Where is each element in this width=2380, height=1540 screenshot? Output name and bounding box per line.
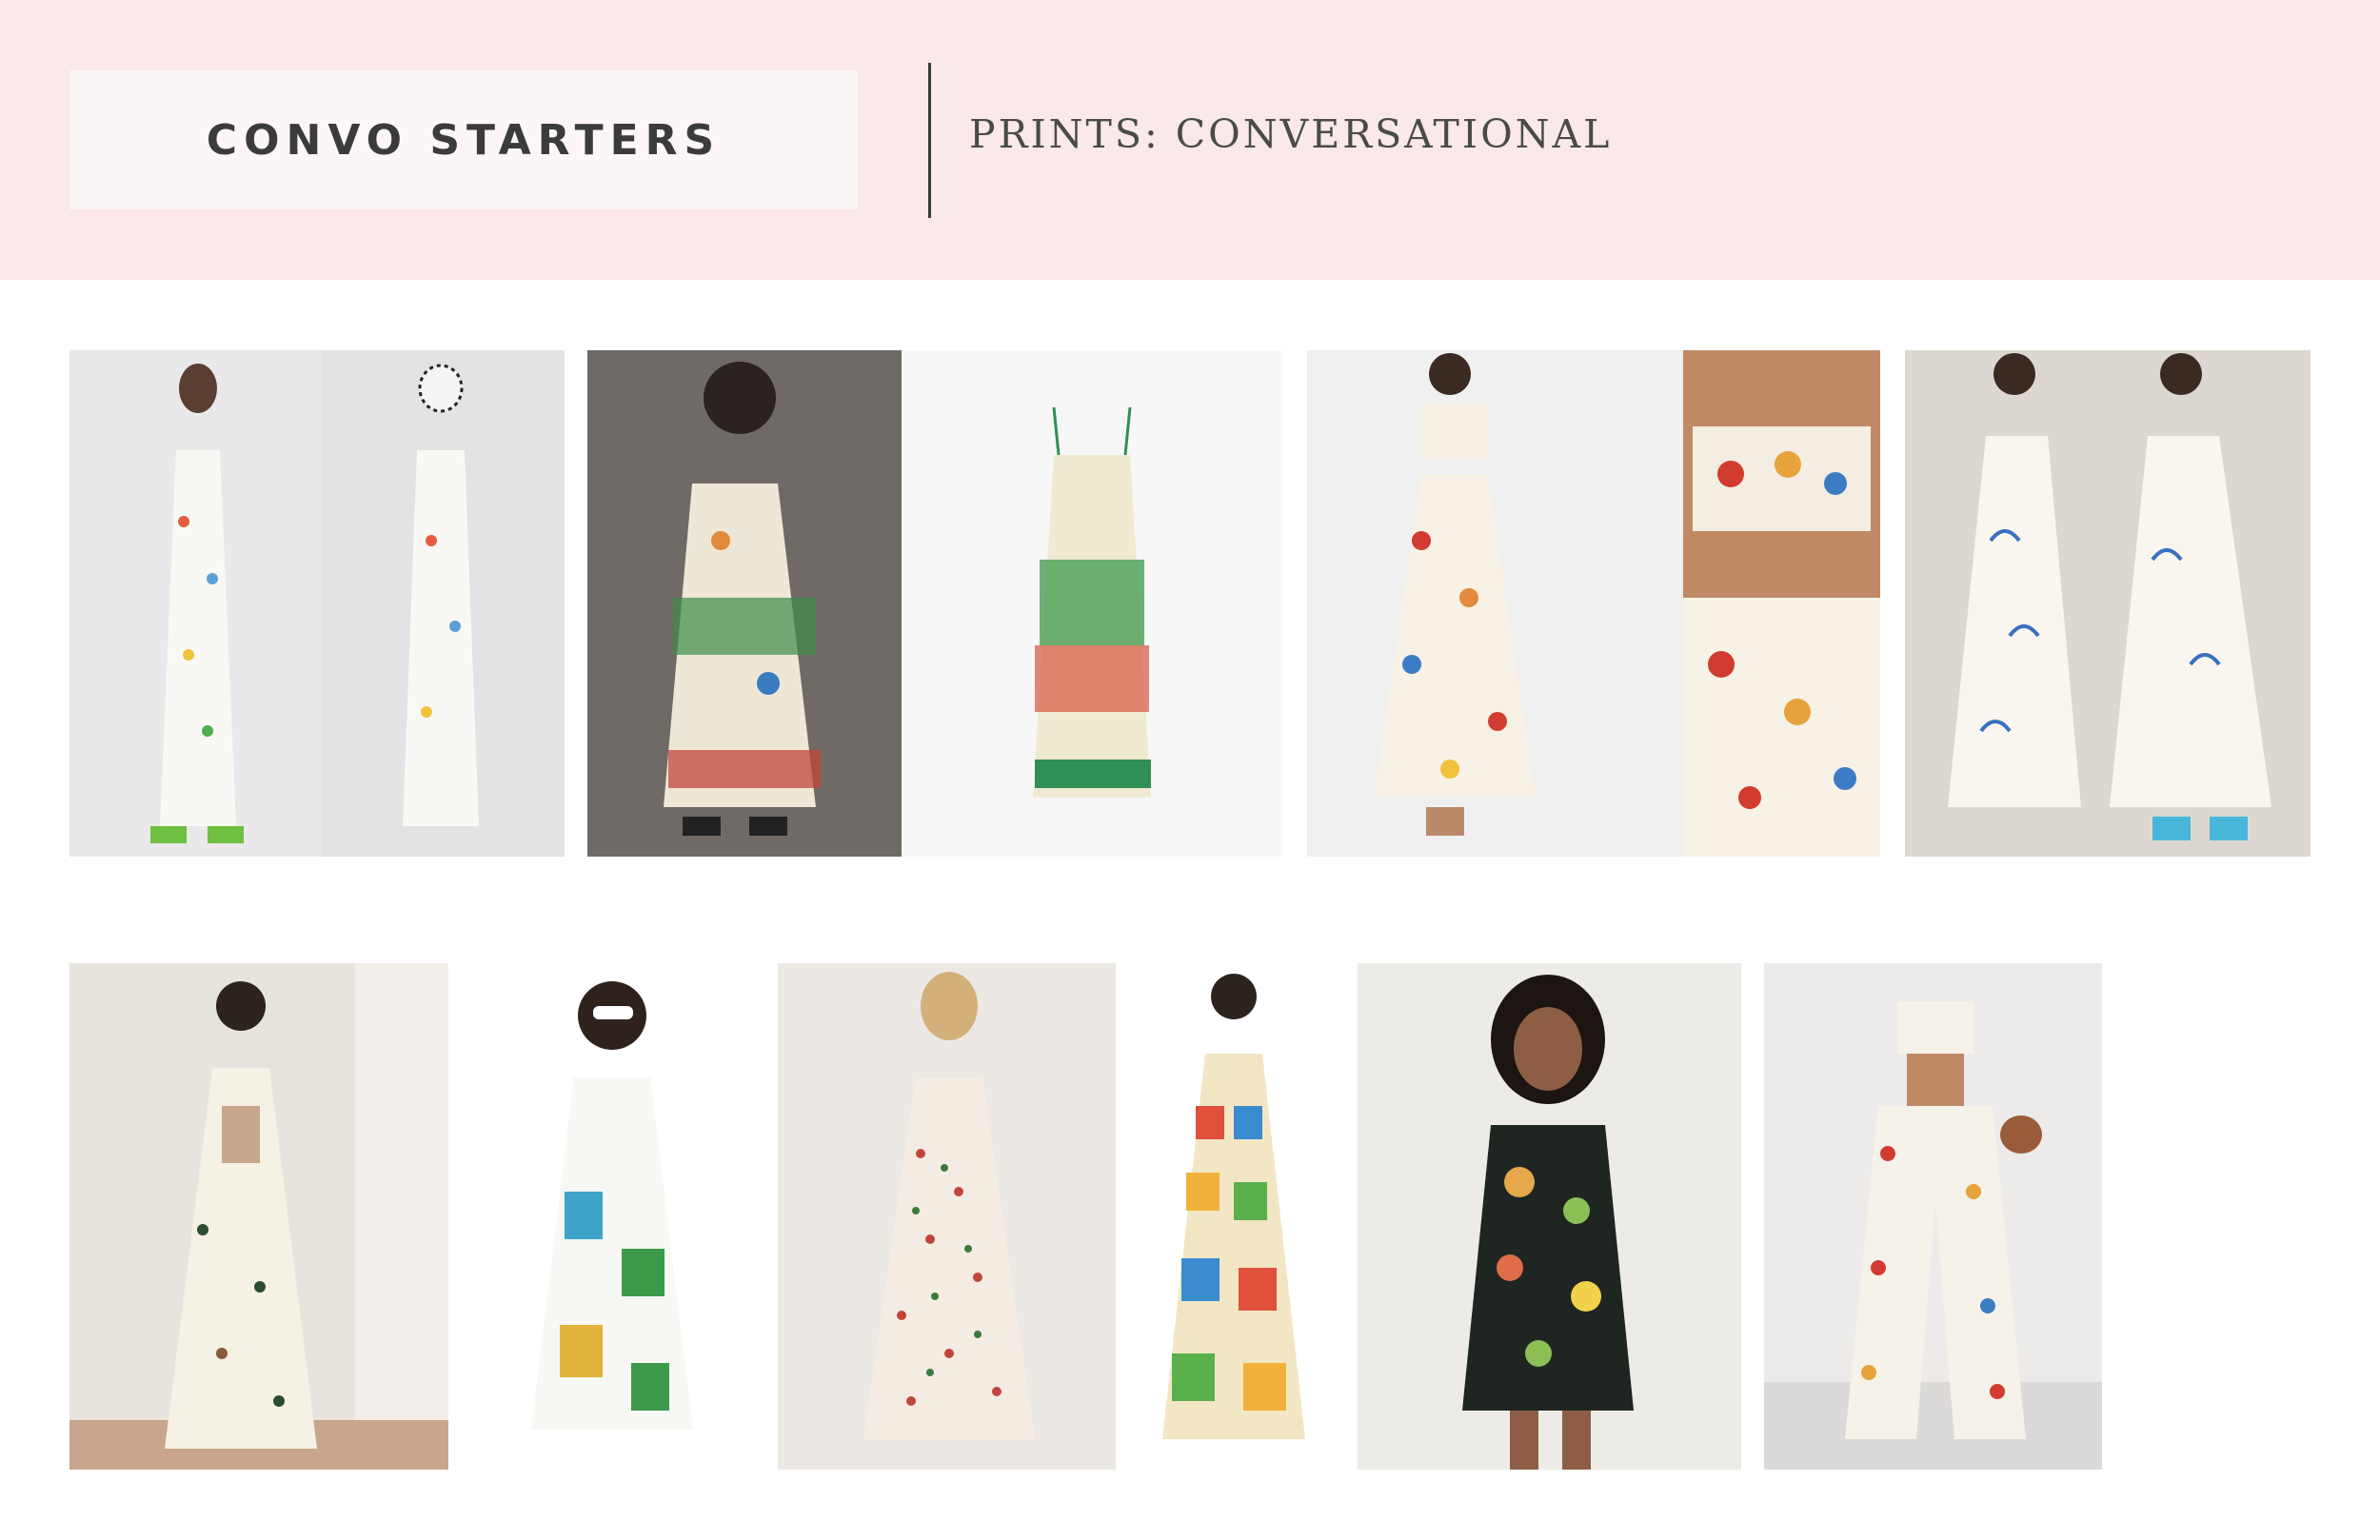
photo-food-print-crop-top-pants-set (1764, 963, 2102, 1470)
page-title: CONVO STARTERS (206, 115, 722, 165)
page-subtitle: PRINTS: CONVERSATIONAL (969, 111, 1613, 157)
header-divider (928, 63, 931, 218)
title-box: CONVO STARTERS (69, 70, 858, 209)
photo-palm-print-sundress-product (902, 350, 1282, 857)
photo-postcard-print-midi-dress (474, 963, 753, 1470)
photo-cocktail-sketch-dress-front-back (1905, 350, 2311, 857)
photo-tie-back-icon-print-dress (69, 963, 448, 1470)
photo-floral-tiered-midi-dress (778, 963, 1116, 1470)
photo-palm-print-sundress-model (587, 350, 902, 857)
header-banner: CONVO STARTERS PRINTS: CONVERSATIONAL (0, 0, 2380, 280)
photo-black-fruit-print-mini-dress (1358, 963, 1741, 1470)
photo-stamp-print-maxi-dress (1139, 963, 1334, 1470)
photo-strapless-ciao-dress-front-back (69, 350, 565, 857)
photo-seashell-crop-top-skirt-set (1307, 350, 1683, 857)
photo-seashell-set-detail (1683, 350, 1880, 857)
